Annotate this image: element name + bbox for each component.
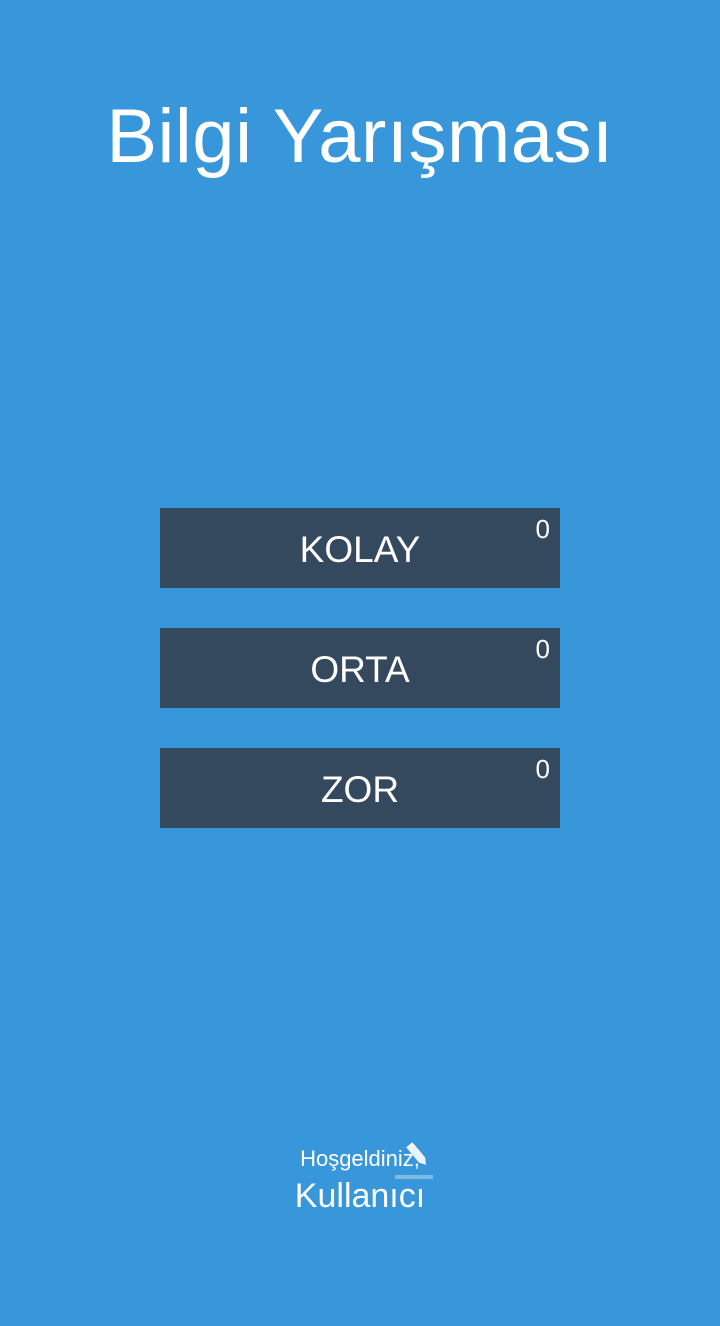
level-button-label: KOLAY [299, 529, 421, 570]
level-button-label: ORTA [310, 649, 410, 690]
level-button-orta[interactable]: ORTA 0 [160, 628, 560, 708]
level-button-label: ZOR [320, 769, 400, 810]
page-title: Bilgi Yarışması [106, 94, 614, 179]
level-score-badge: 0 [535, 754, 550, 784]
welcome-greeting-wrapper: Hoşgeldiniz, [300, 1142, 434, 1179]
welcome-section: Hoşgeldiniz, Kullanıcı [0, 1142, 720, 1216]
level-button-zor[interactable]: ZOR 0 [160, 748, 560, 828]
level-score-badge: 0 [535, 514, 550, 544]
pencil-edit-icon[interactable] [393, 1140, 435, 1180]
username-label: Kullanıcı [294, 1177, 426, 1215]
level-score-badge: 0 [535, 634, 550, 664]
level-button-kolay[interactable]: KOLAY 0 [160, 508, 560, 588]
